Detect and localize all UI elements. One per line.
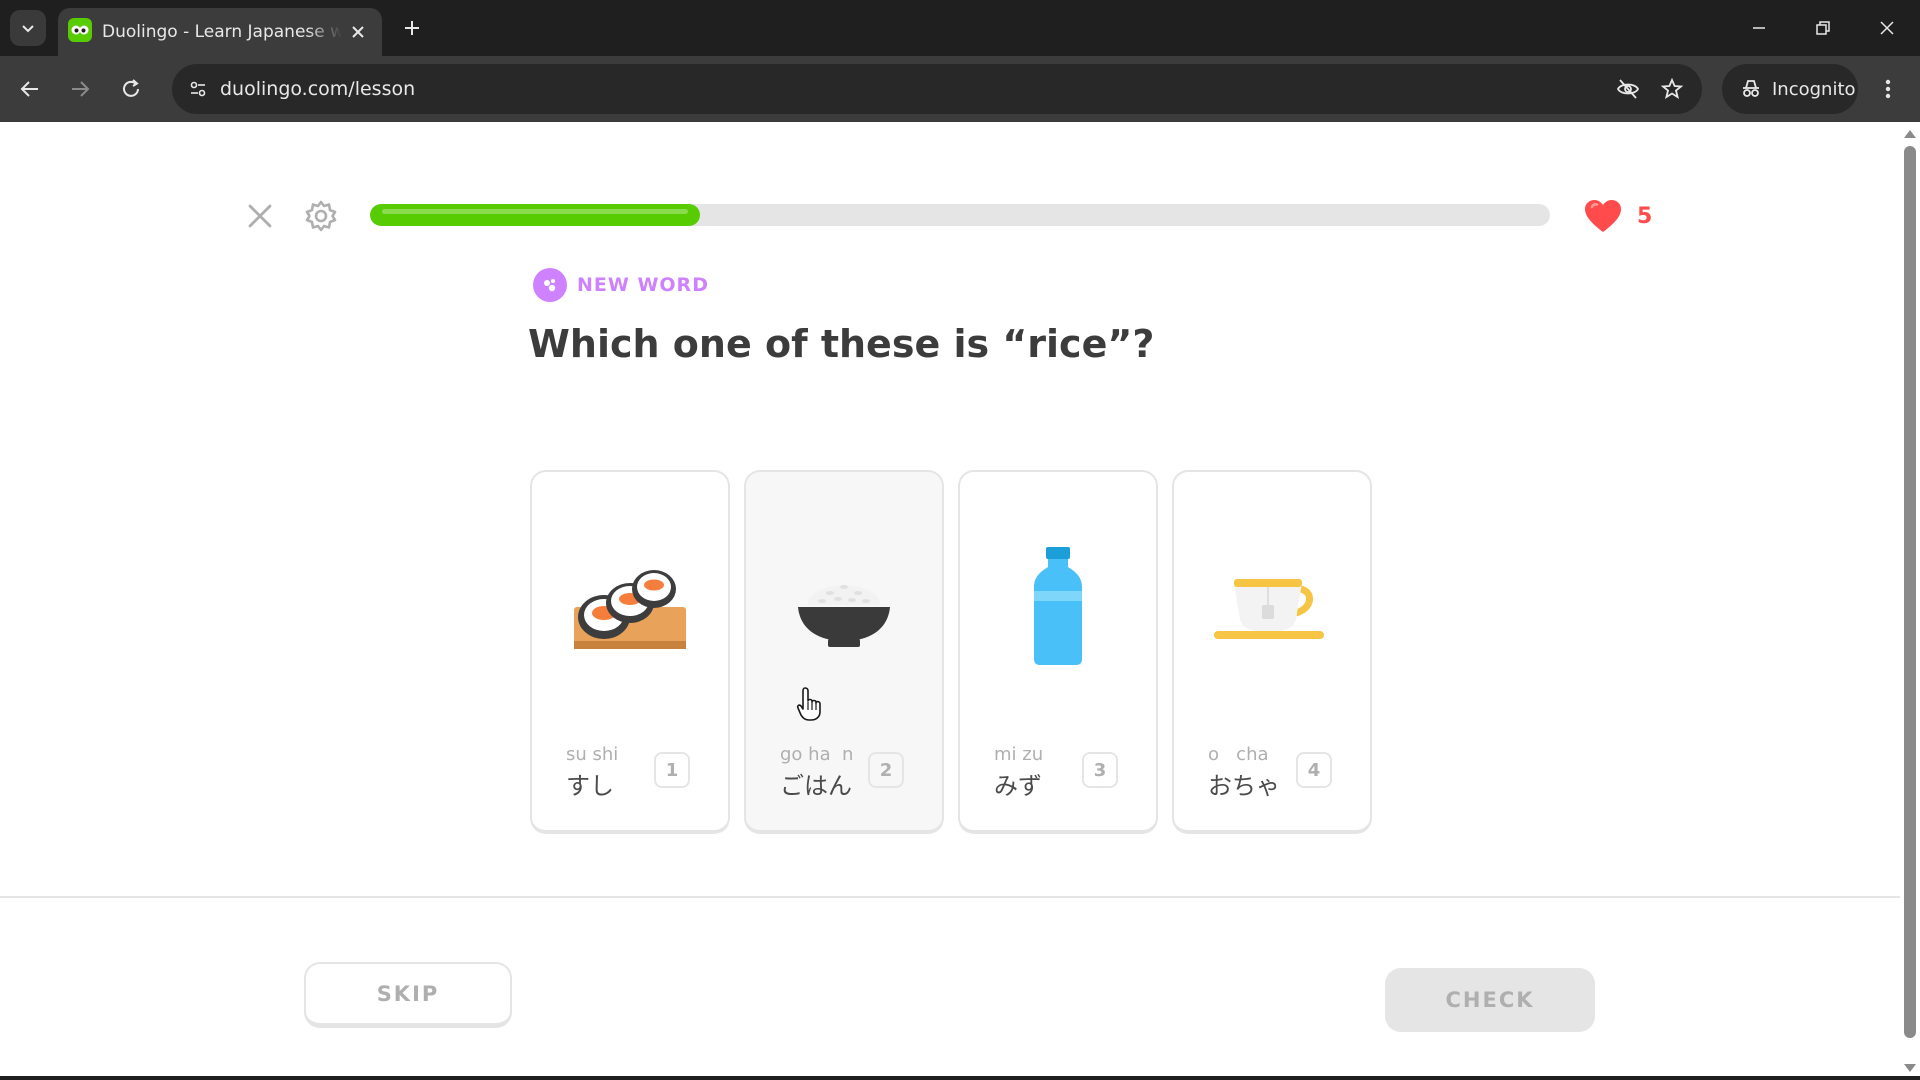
duolingo-owl-icon bbox=[68, 18, 92, 42]
choice-romaji: o cha bbox=[1208, 744, 1269, 765]
new-word-badge: NEW WORD bbox=[533, 268, 709, 302]
back-button[interactable] bbox=[10, 69, 50, 109]
choice-kana: すし bbox=[566, 772, 614, 800]
scrollbar-thumb[interactable] bbox=[1904, 146, 1916, 1038]
choice-kana: みず bbox=[994, 772, 1042, 800]
restore-icon bbox=[1816, 21, 1830, 35]
tab-search-button[interactable] bbox=[10, 10, 46, 46]
hearts-count: 5 bbox=[1637, 203, 1653, 229]
new-word-label: NEW WORD bbox=[577, 274, 709, 296]
arrow-left-icon bbox=[20, 81, 38, 97]
sushi-icon bbox=[532, 532, 728, 682]
choice-romaji: mi zu bbox=[994, 744, 1044, 765]
lesson-progress-bar bbox=[370, 204, 1550, 226]
browser-menu-button[interactable] bbox=[1872, 69, 1904, 109]
choice-card-mizu[interactable]: mi zu みず 3 bbox=[958, 470, 1158, 834]
new-word-icon bbox=[533, 268, 567, 302]
choice-kana: ごはん bbox=[780, 772, 852, 800]
incognito-icon bbox=[1743, 80, 1759, 97]
chevron-down-icon bbox=[22, 25, 34, 33]
address-bar[interactable]: duolingo.com/lesson bbox=[172, 64, 1702, 114]
browser-toolbar: duolingo.com/lesson Incognito bbox=[0, 56, 1920, 122]
url-text: duolingo.com/lesson bbox=[220, 78, 416, 100]
tune-icon bbox=[190, 81, 206, 97]
hearts-counter[interactable]: 5 bbox=[1583, 196, 1652, 236]
choice-romaji: go ha n bbox=[780, 744, 854, 765]
challenge-question: Which one of these is “rice”? bbox=[528, 322, 1155, 366]
tab-close-button[interactable] bbox=[346, 20, 370, 44]
page-scrollbar[interactable] bbox=[1900, 122, 1920, 1080]
choice-card-ocha[interactable]: o cha おちゃ 4 bbox=[1172, 470, 1372, 834]
new-tab-button[interactable] bbox=[396, 12, 428, 44]
close-icon bbox=[248, 204, 272, 228]
choice-romaji: su shi bbox=[566, 744, 619, 765]
reload-button[interactable] bbox=[111, 69, 151, 109]
choice-key-hint: 1 bbox=[654, 752, 690, 788]
plus-icon bbox=[405, 21, 419, 35]
minimize-button[interactable] bbox=[1734, 8, 1784, 48]
eye-off-icon bbox=[1616, 79, 1640, 99]
close-icon bbox=[1880, 21, 1894, 35]
browser-tab-bar: Duolingo - Learn Japanese with bbox=[0, 0, 1920, 56]
choice-key-hint: 2 bbox=[868, 752, 904, 788]
check-button[interactable]: CHECK bbox=[1385, 968, 1595, 1032]
choice-kana: おちゃ bbox=[1208, 772, 1280, 800]
star-icon bbox=[1660, 77, 1684, 99]
choice-card-gohan[interactable]: go ha n ごはん 2 bbox=[744, 470, 944, 834]
close-lesson-button[interactable] bbox=[240, 196, 280, 236]
choice-key-hint: 3 bbox=[1082, 752, 1118, 788]
gear-icon bbox=[305, 200, 337, 232]
incognito-indicator[interactable]: Incognito bbox=[1722, 64, 1858, 114]
footer-divider bbox=[0, 896, 1900, 898]
water-bottle-icon bbox=[960, 532, 1156, 682]
lesson-settings-button[interactable] bbox=[300, 195, 342, 237]
restore-button[interactable] bbox=[1798, 8, 1848, 48]
browser-tab-active[interactable]: Duolingo - Learn Japanese with bbox=[58, 8, 382, 56]
hand-pointer-cursor-icon bbox=[796, 687, 821, 721]
arrow-right-icon bbox=[72, 81, 90, 97]
more-vertical-icon bbox=[1885, 79, 1891, 99]
reload-icon bbox=[123, 79, 139, 97]
choice-key-hint: 4 bbox=[1296, 752, 1332, 788]
scroll-up-arrow[interactable] bbox=[1904, 130, 1916, 138]
incognito-label: Incognito bbox=[1772, 78, 1856, 100]
minimize-icon bbox=[1753, 27, 1765, 29]
close-window-button[interactable] bbox=[1862, 8, 1912, 48]
close-icon bbox=[352, 26, 364, 38]
tracking-protection-button[interactable] bbox=[1612, 73, 1644, 105]
scroll-down-arrow[interactable] bbox=[1904, 1064, 1916, 1072]
heart-icon bbox=[1585, 200, 1621, 232]
tea-cup-icon bbox=[1174, 532, 1370, 682]
bookmark-button[interactable] bbox=[1656, 73, 1688, 105]
tab-title: Duolingo - Learn Japanese with bbox=[102, 22, 342, 42]
rice-bowl-icon bbox=[746, 532, 942, 682]
skip-button[interactable]: SKIP bbox=[304, 962, 512, 1028]
window-bottom-edge bbox=[0, 1076, 1920, 1080]
site-info-button[interactable] bbox=[182, 73, 214, 105]
forward-button[interactable] bbox=[60, 69, 100, 109]
choice-card-sushi[interactable]: su shi すし 1 bbox=[530, 470, 730, 834]
lesson-progress-fill bbox=[370, 204, 701, 226]
